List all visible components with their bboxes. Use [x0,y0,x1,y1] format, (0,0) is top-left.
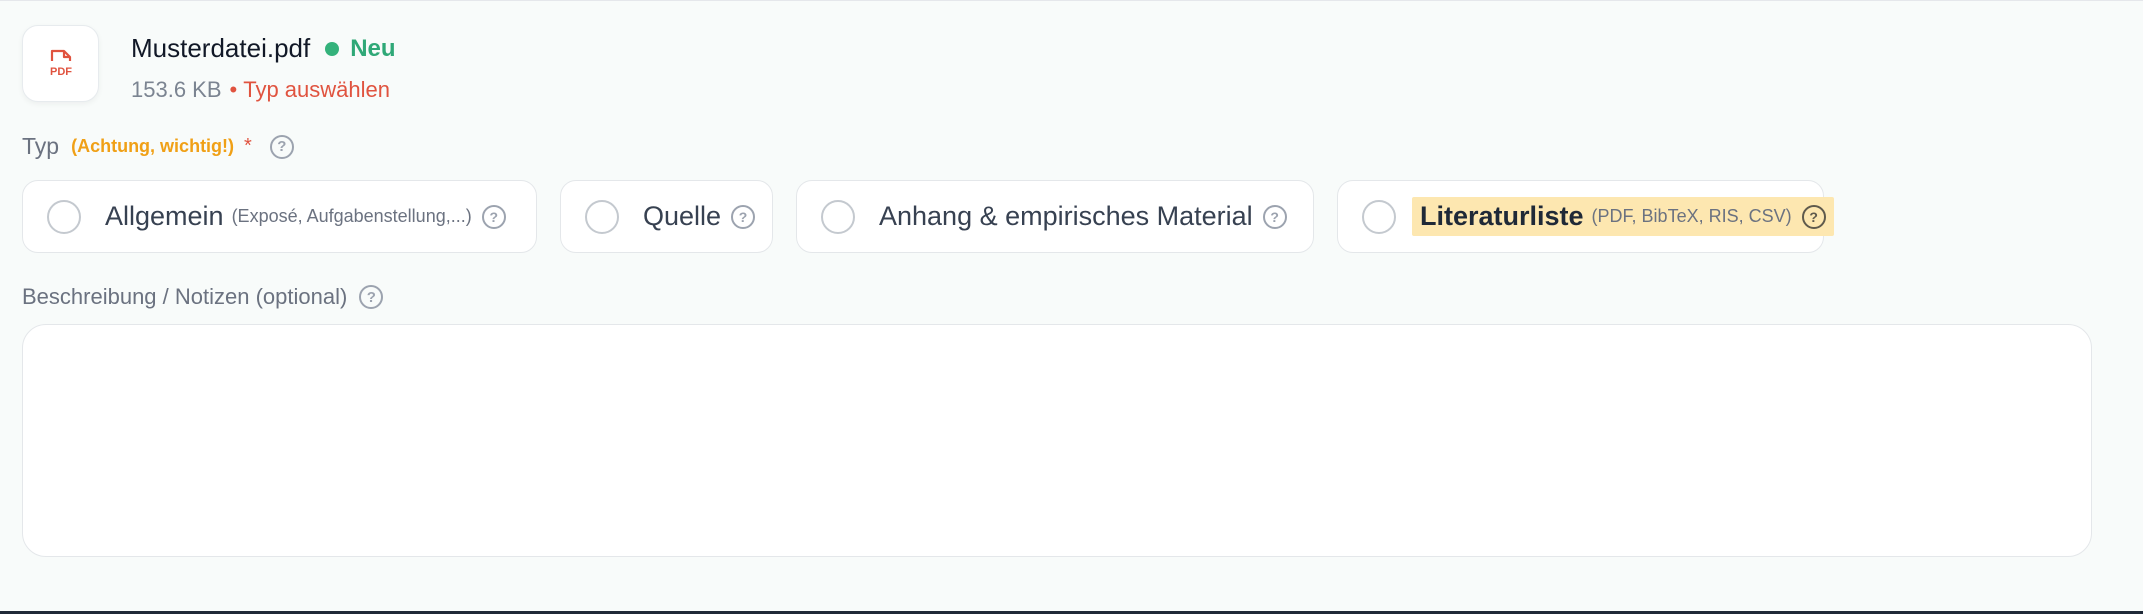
type-option-allgemein[interactable]: Allgemein (Exposé, Aufgabenstellung,...)… [22,180,537,253]
required-marker: * [244,135,252,157]
radio-icon[interactable] [585,199,619,234]
option-label: Allgemein [105,201,224,231]
file-name-row: Musterdatei.pdf Neu [131,33,396,64]
pdf-file-icon: PDF [22,25,99,102]
file-header: PDF Musterdatei.pdf Neu 153.6 KB • Typ a… [22,25,396,103]
type-required-hint: Typ auswählen [243,77,390,102]
file-upload-form: PDF Musterdatei.pdf Neu 153.6 KB • Typ a… [0,0,2143,614]
option-hint: (Exposé, Aufgabenstellung,...) [231,206,472,226]
help-icon[interactable]: ? [1262,204,1287,229]
file-size: 153.6 KB [131,77,222,102]
status-badge: Neu [350,34,396,62]
type-option-anhang[interactable]: Anhang & empirisches Material ? [796,180,1314,253]
file-name: Musterdatei.pdf [131,33,311,63]
radio-icon[interactable] [1362,199,1396,234]
help-icon[interactable]: ? [359,285,384,309]
option-hint: (PDF, BibTeX, RIS, CSV) [1591,206,1792,226]
option-label: Literaturliste [1420,201,1584,231]
option-label: Quelle [643,201,722,231]
separator-dot: • [229,77,238,102]
help-icon[interactable]: ? [269,134,294,159]
description-label: Beschreibung / Notizen (optional) [22,284,348,309]
radio-icon[interactable] [47,199,81,234]
file-details: 153.6 KB • Typ auswählen [131,77,396,103]
type-option-quelle[interactable]: Quelle ? [560,180,773,253]
help-icon[interactable]: ? [731,204,756,229]
option-label: Anhang & empirisches Material [879,201,1253,231]
description-field-label: Beschreibung / Notizen (optional) ? [22,284,384,310]
option-highlight: Literaturliste (PDF, BibTeX, RIS, CSV) ? [1412,197,1834,236]
description-textarea[interactable] [22,324,2092,557]
type-field-label: Typ (Achtung, wichtig!) * ? [22,133,294,160]
help-icon[interactable]: ? [1801,204,1826,229]
type-warning-note: (Achtung, wichtig!) [71,136,235,156]
type-label: Typ [22,133,60,159]
help-icon[interactable]: ? [481,204,506,229]
type-option-literaturliste[interactable]: Literaturliste (PDF, BibTeX, RIS, CSV) ? [1337,180,1834,253]
file-meta: Musterdatei.pdf Neu 153.6 KB • Typ auswä… [131,25,396,103]
radio-icon[interactable] [821,199,855,234]
status-dot-icon [325,41,340,56]
pdf-icon-label: PDF [50,66,72,78]
